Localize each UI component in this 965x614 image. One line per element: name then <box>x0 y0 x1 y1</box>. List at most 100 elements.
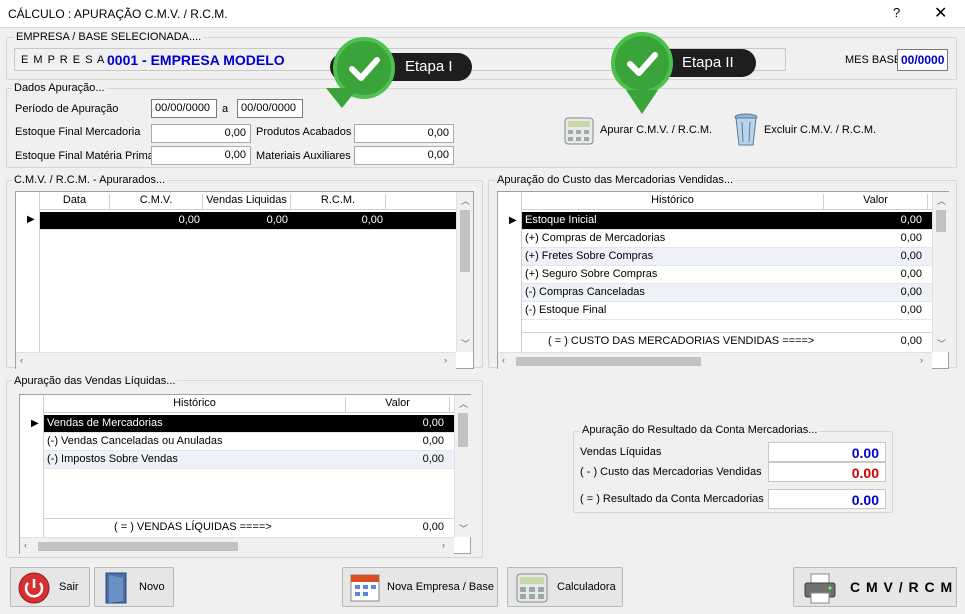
scroll-thumb[interactable] <box>38 542 238 551</box>
table-row[interactable]: (-) Impostos Sobre Vendas 0,00 <box>44 451 454 469</box>
cell-historico: (+) Compras de Mercadorias <box>525 232 666 244</box>
periodo-inicio-field[interactable]: 00/00/0000 <box>151 99 217 118</box>
sair-button[interactable]: Sair <box>10 567 90 607</box>
novo-button[interactable]: Novo <box>94 567 174 607</box>
cell-historico: Estoque Inicial <box>525 214 597 226</box>
scroll-thumb[interactable] <box>936 210 946 232</box>
scroll-down-icon[interactable]: ﹀ <box>459 522 468 535</box>
cell-historico: (-) Compras Canceladas <box>525 286 645 298</box>
trash-icon <box>734 113 758 146</box>
excluir-button[interactable]: Excluir C.M.V. / R.C.M. <box>730 112 890 148</box>
mes-base-field: 00/0000 <box>897 49 948 71</box>
close-button[interactable]: ✕ <box>934 3 947 23</box>
vertical-scrollbar[interactable]: ︿ ﹀ <box>456 192 473 352</box>
nova-empresa-button[interactable]: Nova Empresa / Base <box>342 567 498 607</box>
col-historico[interactable]: Histórico <box>522 194 824 210</box>
cmv-grid-header: Data C.M.V. Vendas Liquidas R.C.M. <box>40 192 456 210</box>
horizontal-scrollbar[interactable]: ‹ › <box>20 537 454 554</box>
custo-footer-label: ( = ) CUSTO DAS MERCADORIAS VENDIDAS ===… <box>548 335 815 347</box>
table-row[interactable]: (+) Fretes Sobre Compras 0,00 <box>522 248 932 266</box>
cell-rcm: 0,00 <box>361 214 383 226</box>
estoque-materia-field[interactable]: 0,00 <box>151 146 251 165</box>
horizontal-scrollbar[interactable]: ‹ › <box>498 352 932 369</box>
cell-historico: (-) Estoque Final <box>525 304 607 316</box>
sair-label: Sair <box>59 581 79 593</box>
col-cmv[interactable]: C.M.V. <box>110 194 203 210</box>
row-pointer-icon: ▶ <box>31 418 39 429</box>
table-row[interactable]: 0,00 0,00 0,00 <box>40 212 456 230</box>
scroll-thumb[interactable] <box>460 210 470 272</box>
door-icon <box>105 572 127 604</box>
col-vendas-liquidas[interactable]: Vendas Liquidas <box>203 194 291 210</box>
cell-valor: 0,00 <box>422 417 444 429</box>
scroll-thumb[interactable] <box>458 413 468 447</box>
cell-valor: 0,00 <box>422 453 444 465</box>
scroll-left-icon[interactable]: ‹ <box>502 355 505 365</box>
periodo-fim-field[interactable]: 00/00/0000 <box>237 99 303 118</box>
resultado-value: 0.00 <box>768 489 886 509</box>
printer-icon <box>804 573 836 604</box>
cmv-rcm-button[interactable]: C M V / R C M <box>793 567 957 607</box>
cell-valor: 0,00 <box>900 268 922 280</box>
calculadora-label: Calculadora <box>557 581 616 593</box>
table-row[interactable]: (+) Seguro Sobre Compras 0,00 <box>522 266 932 284</box>
scroll-down-icon[interactable]: ﹀ <box>461 337 470 350</box>
produtos-acabados-field[interactable]: 0,00 <box>354 124 454 143</box>
table-row[interactable]: (-) Compras Canceladas 0,00 <box>522 284 932 302</box>
apurar-button[interactable]: Apurar C.M.V. / R.C.M. <box>560 114 720 148</box>
table-row[interactable]: Estoque Inicial 0,00 <box>522 212 932 230</box>
cmv-grid[interactable]: Data C.M.V. Vendas Liquidas R.C.M. ▶ 0,0… <box>15 191 474 369</box>
estoque-mercadoria-field[interactable]: 0,00 <box>151 124 251 143</box>
scroll-right-icon[interactable]: › <box>444 355 447 365</box>
cell-valor: 0,00 <box>900 214 922 226</box>
produtos-acabados-label: Produtos Acabados <box>256 126 352 138</box>
scroll-right-icon[interactable]: › <box>920 355 923 365</box>
scroll-up-icon[interactable]: ︿ <box>459 397 468 410</box>
cell-valor: 0,00 <box>422 435 444 447</box>
calculadora-button[interactable]: Calculadora <box>507 567 623 607</box>
cell-historico: (-) Impostos Sobre Vendas <box>47 453 178 465</box>
cell-cmv: 0,00 <box>178 214 200 226</box>
cell-valor: 0,00 <box>900 232 922 244</box>
empresa-label: E M P R E S A <box>21 54 106 66</box>
scroll-down-icon[interactable]: ﹀ <box>937 337 946 350</box>
materiais-aux-field[interactable]: 0,00 <box>354 146 454 165</box>
window-title: CÁLCULO : APURAÇÃO C.M.V. / R.C.M. <box>8 7 228 21</box>
dados-group-title: Dados Apuração... <box>12 82 107 94</box>
help-button[interactable]: ? <box>893 5 900 20</box>
vertical-scrollbar[interactable]: ︿ ﹀ <box>454 395 471 537</box>
col-valor[interactable]: Valor <box>346 397 450 413</box>
calculator-icon <box>564 117 594 145</box>
vendas-group-title: Apuração das Vendas Líquidas... <box>12 375 178 387</box>
empresa-group-title: EMPRESA / BASE SELECIONADA.... <box>14 31 204 43</box>
pointer-icon <box>326 88 358 108</box>
nova-empresa-label: Nova Empresa / Base <box>387 581 494 593</box>
empresa-value: 0001 - EMPRESA MODELO <box>107 52 285 68</box>
etapa1-label: Etapa I <box>405 58 453 75</box>
col-data[interactable]: Data <box>40 194 110 210</box>
table-row[interactable]: (-) Vendas Canceladas ou Anuladas 0,00 <box>44 433 454 451</box>
scroll-up-icon[interactable]: ︿ <box>461 194 470 207</box>
col-valor[interactable]: Valor <box>824 194 928 210</box>
cell-valor: 0,00 <box>900 304 922 316</box>
custo-group-title: Apuração do Custo das Mercadorias Vendid… <box>495 174 736 186</box>
vertical-scrollbar[interactable]: ︿ ﹀ <box>932 192 949 352</box>
scroll-up-icon[interactable]: ︿ <box>937 194 946 207</box>
vendas-liquidas-label: Vendas Líquidas <box>580 446 662 458</box>
scroll-thumb[interactable] <box>516 357 701 366</box>
scroll-left-icon[interactable]: ‹ <box>20 355 23 365</box>
vendas-grid-header: Histórico Valor <box>44 395 454 413</box>
table-row[interactable]: (-) Estoque Final 0,00 <box>522 302 932 320</box>
table-row[interactable]: (+) Compras de Mercadorias 0,00 <box>522 230 932 248</box>
vendas-grid[interactable]: Histórico Valor ▶ Vendas de Mercadorias 0… <box>19 394 471 554</box>
vendas-footer-value: 0,00 <box>422 521 444 533</box>
col-historico[interactable]: Histórico <box>44 397 346 413</box>
power-icon <box>18 572 50 604</box>
horizontal-scrollbar[interactable]: ‹ › <box>16 352 456 369</box>
scroll-right-icon[interactable]: › <box>442 540 445 550</box>
col-rcm[interactable]: R.C.M. <box>291 194 386 210</box>
scroll-left-icon[interactable]: ‹ <box>24 540 27 550</box>
periodo-a-label: a <box>222 103 229 115</box>
custo-grid[interactable]: Histórico Valor ▶ Estoque Inicial 0,00 (+… <box>497 191 949 369</box>
table-row[interactable]: Vendas de Mercadorias 0,00 <box>44 415 454 433</box>
